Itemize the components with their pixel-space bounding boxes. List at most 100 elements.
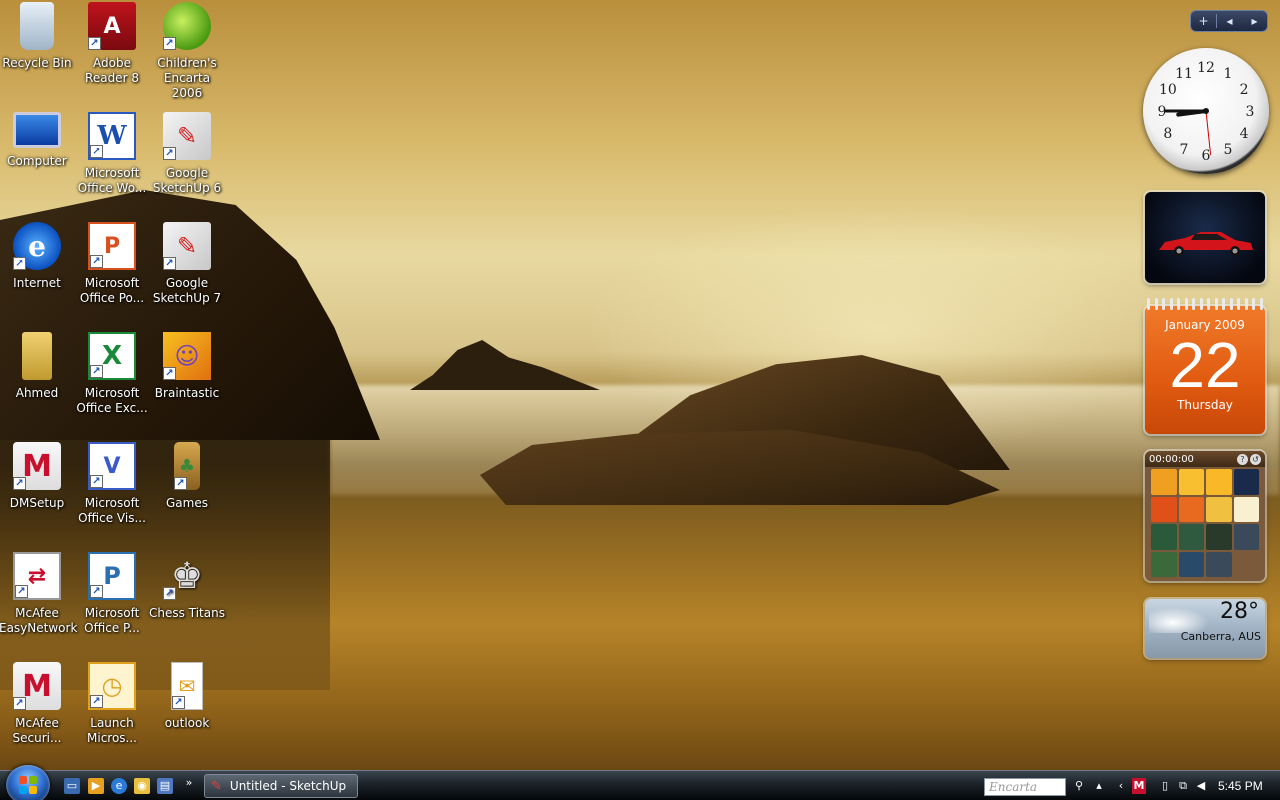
desktop-icon[interactable]: e ↗ Internet xyxy=(0,220,75,324)
puzzle-tile[interactable] xyxy=(1151,496,1177,522)
clock-numeral: 2 xyxy=(1240,82,1249,98)
desktop-icon-label: Chess Titans xyxy=(149,606,225,620)
desktop-icon[interactable]: Recycle Bin xyxy=(0,0,75,104)
desktop-icon[interactable]: P ↗ Microsoft Office P... xyxy=(74,550,150,654)
internet-explorer-icon: e ↗ xyxy=(13,222,61,270)
publisher-icon: P ↗ xyxy=(88,552,136,600)
mcafee-tray-icon[interactable]: M xyxy=(1132,778,1146,794)
desktop-icon[interactable]: M ↗ McAfee Securi... xyxy=(0,660,75,764)
puzzle-tile[interactable] xyxy=(1206,469,1232,495)
puzzle-tile[interactable] xyxy=(1206,496,1232,522)
next-page-button[interactable]: ▸ xyxy=(1242,14,1267,28)
puzzle-tile[interactable] xyxy=(1233,524,1259,550)
excel-icon: X ↗ xyxy=(88,332,136,380)
puzzle-tile[interactable] xyxy=(1151,551,1177,577)
chess-icon: ♚ ↗ xyxy=(163,552,211,600)
switch-windows-icon[interactable]: ▤ xyxy=(157,778,173,794)
puzzle-tile[interactable] xyxy=(1233,496,1259,522)
desktop-icon[interactable]: P ↗ Microsoft Office Po... xyxy=(74,220,150,324)
games-icon: ♣ ↗ xyxy=(174,442,200,490)
clock-numeral: 12 xyxy=(1197,60,1215,76)
volume-icon[interactable]: ◀ xyxy=(1194,778,1208,794)
documents-tray-icon[interactable]: ▯ xyxy=(1158,778,1172,794)
quicklaunch-more-button[interactable]: » xyxy=(181,775,197,791)
puzzle-timer: 00:00:00 xyxy=(1149,453,1194,465)
visio-icon: V ↗ xyxy=(88,442,136,490)
desktop-icon[interactable]: ♣ ↗ Games xyxy=(149,440,225,544)
weather-gadget[interactable]: 28° Canberra, AUS xyxy=(1145,599,1265,658)
up-arrow-icon[interactable]: ▴ xyxy=(1092,778,1106,794)
clock-numeral: 7 xyxy=(1180,142,1189,158)
puzzle-tile[interactable] xyxy=(1233,469,1259,495)
start-button[interactable] xyxy=(6,765,50,800)
puzzle-tile[interactable] xyxy=(1178,496,1204,522)
desktop-icon[interactable]: ✉ ↗ outlook xyxy=(149,660,225,764)
document-icon: ✉ ↗ xyxy=(171,662,203,710)
desktop-icon[interactable]: V ↗ Microsoft Office Vis... xyxy=(74,440,150,544)
desktop-icon[interactable]: ◷ ↗ Launch Micros... xyxy=(74,660,150,764)
previous-page-button[interactable]: ◂ xyxy=(1217,14,1242,28)
desktop-icon-label: Internet xyxy=(13,276,61,290)
puzzle-tile[interactable] xyxy=(1206,524,1232,550)
sketchup-icon: ✎ ↗ xyxy=(163,112,211,160)
slideshow-gadget[interactable] xyxy=(1145,192,1265,283)
shortcut-arrow-icon: ↗ xyxy=(90,365,103,378)
desktop-icon[interactable]: ♚ ↗ Chess Titans xyxy=(149,550,225,654)
puzzle-tile[interactable] xyxy=(1151,524,1177,550)
desktop-icon[interactable]: A ↗ Adobe Reader 8 xyxy=(74,0,150,104)
powerpoint-icon: P ↗ xyxy=(88,222,136,270)
desktop-icon[interactable]: Computer xyxy=(0,110,75,214)
network-icon[interactable]: ⧉ xyxy=(1176,778,1190,794)
internet-explorer-icon[interactable]: e xyxy=(111,778,127,794)
shortcut-arrow-icon: ↗ xyxy=(172,696,185,709)
outlook-icon[interactable]: ◉ xyxy=(134,778,150,794)
puzzle-grid[interactable] xyxy=(1151,469,1259,577)
taskbar-clock[interactable]: 5:45 PM xyxy=(1218,779,1263,793)
desktop-icon[interactable]: ✎ ↗ Google SketchUp 7 xyxy=(149,220,225,324)
show-desktop-icon[interactable]: ▭ xyxy=(64,778,80,794)
add-gadget-button[interactable]: + xyxy=(1191,14,1216,28)
puzzle-help-button[interactable]: ? xyxy=(1237,453,1248,465)
picture-puzzle-gadget[interactable]: 00:00:00 ? ↺ xyxy=(1145,451,1265,581)
shortcut-arrow-icon: ↗ xyxy=(13,257,26,270)
weather-temperature: 28° xyxy=(1220,599,1259,624)
calendar-gadget[interactable]: January 2009 22 Thursday xyxy=(1145,306,1265,434)
adobe-reader-icon: A ↗ xyxy=(88,2,136,50)
shortcut-arrow-icon: ↗ xyxy=(163,37,176,50)
puzzle-shuffle-button[interactable]: ↺ xyxy=(1250,453,1261,465)
desktop-icon[interactable]: ↗ Children's Encarta 2006 xyxy=(149,0,225,104)
desktop-icon[interactable]: X ↗ Microsoft Office Exc... xyxy=(74,330,150,434)
desktop-icon[interactable]: ⇄ ↗ McAfee EasyNetwork xyxy=(0,550,77,654)
clock-center xyxy=(1203,108,1209,114)
shortcut-arrow-icon: ↗ xyxy=(163,257,176,270)
encarta-search-input[interactable]: Encarta xyxy=(984,778,1066,796)
sketchup-icon: ✎ xyxy=(211,778,222,794)
puzzle-tile[interactable] xyxy=(1151,469,1177,495)
puzzle-tile[interactable] xyxy=(1178,469,1204,495)
shortcut-arrow-icon: ↗ xyxy=(163,367,176,380)
expand-tray-icon[interactable]: ‹ xyxy=(1114,778,1128,794)
search-icon[interactable]: ⚲ xyxy=(1072,778,1086,794)
taskbar-item-sketchup[interactable]: ✎ Untitled - SketchUp xyxy=(204,774,358,798)
desktop-icon[interactable]: Ahmed xyxy=(0,330,75,434)
desktop-icon-label: Children's Encarta 2006 xyxy=(157,56,217,100)
shortcut-arrow-icon: ↗ xyxy=(90,145,103,158)
calendar-weekday: Thursday xyxy=(1177,398,1233,412)
desktop-icon-label: Recycle Bin xyxy=(2,56,72,70)
desktop-icon-label: Braintastic xyxy=(154,386,220,400)
taskbar: ▭ ▶ e ◉ ▤ » ✎ Untitled - SketchUp Encart… xyxy=(0,765,1280,800)
desktop-icon[interactable]: ☺ ↗ Braintastic xyxy=(149,330,225,434)
desktop-icon[interactable]: ✎ ↗ Google SketchUp 6 xyxy=(149,110,225,214)
puzzle-tile[interactable] xyxy=(1206,551,1232,577)
clock-gadget[interactable]: 1 2 3 4 5 6 7 8 9 10 11 12 xyxy=(1143,48,1269,174)
desktop-icon-label: Google SketchUp 6 xyxy=(152,166,222,195)
desktop-icon-label: Adobe Reader 8 xyxy=(85,56,139,85)
puzzle-tile[interactable] xyxy=(1233,551,1259,577)
puzzle-tile[interactable] xyxy=(1178,524,1204,550)
puzzle-tile[interactable] xyxy=(1178,551,1204,577)
desktop-icon[interactable]: W ↗ Microsoft Office Wo... xyxy=(74,110,150,214)
desktop-icon-label: Microsoft Office Po... xyxy=(79,276,145,305)
shortcut-arrow-icon: ↗ xyxy=(13,697,26,710)
desktop-icon[interactable]: M ↗ DMSetup xyxy=(0,440,75,544)
media-player-icon[interactable]: ▶ xyxy=(88,778,104,794)
